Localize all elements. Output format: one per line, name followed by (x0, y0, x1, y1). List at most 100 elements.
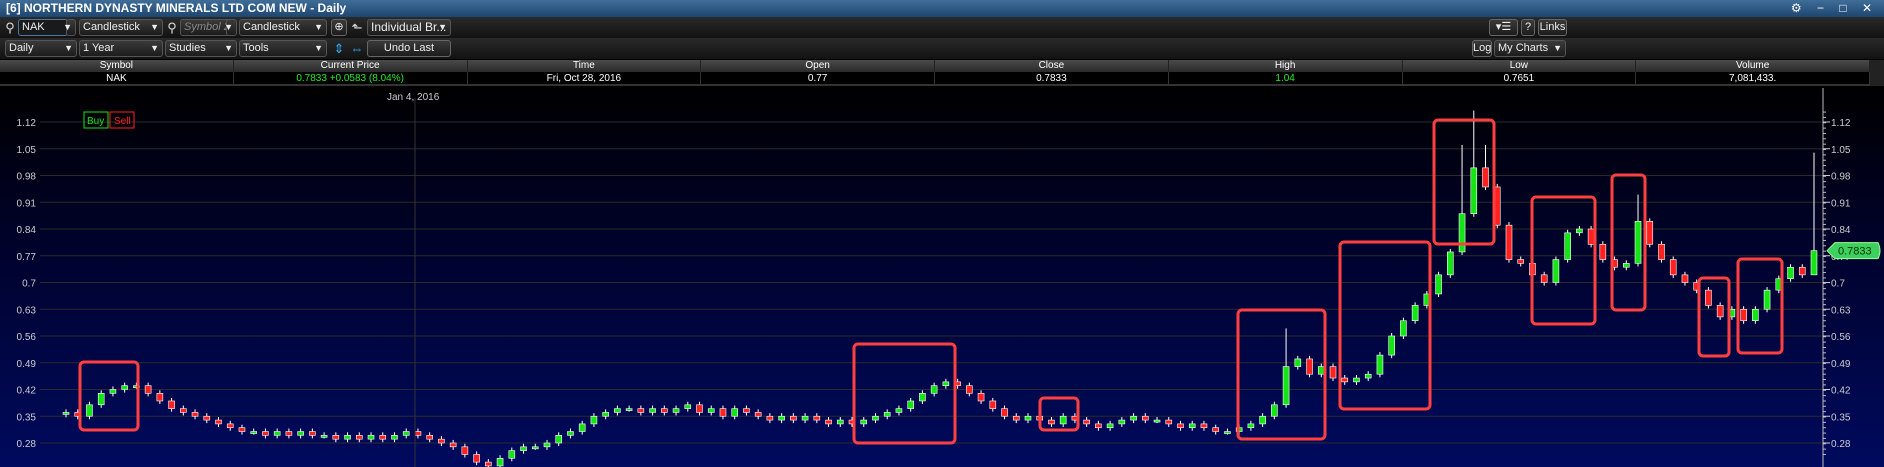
my-charts-value: My Charts (1498, 42, 1549, 54)
y-axis-left-tick-label: 0.91 (17, 198, 37, 209)
candle-down (637, 408, 645, 413)
y-axis-left-tick-label: 1.05 (17, 145, 37, 156)
y-axis-tick-label: 0.98 (1831, 172, 1851, 183)
candle-up (1411, 305, 1419, 322)
symbol2-dropdown-button[interactable]: ▼ (224, 19, 237, 36)
menu-button[interactable]: ▾☰ (1489, 19, 1518, 36)
candle-down (1329, 366, 1337, 379)
candle-down (696, 404, 703, 413)
candle-down (1505, 224, 1513, 260)
chart-type2-value: Candlestick (243, 21, 300, 33)
candle-down (743, 408, 750, 413)
candle-down (1177, 423, 1184, 429)
highlight-box (1697, 276, 1731, 358)
candle-up (872, 415, 879, 421)
candle-up (1317, 366, 1325, 375)
range-select[interactable]: 1 Year ▼ (79, 40, 163, 57)
candle-down (1669, 259, 1677, 276)
candle-down (719, 408, 727, 417)
candle-down (262, 431, 269, 436)
candle-up (1153, 419, 1161, 423)
studies-select[interactable]: Studies ▼ (165, 40, 237, 57)
candle-down (168, 400, 175, 409)
sell-button[interactable]: Sell (114, 116, 131, 127)
candle-up (344, 435, 351, 440)
volume-value: 7,081,433. (1636, 72, 1870, 84)
high-value: 1.04 (1169, 72, 1403, 84)
candle-up (625, 408, 633, 411)
candle-up (801, 415, 809, 421)
chart-svg: 1.12 1.12 1.05 1.05 0.98 0.98 0.91 0.91 0.84 0.84… (17, 88, 1881, 467)
undo-last-button[interactable]: Undo Last (367, 40, 451, 57)
candle-down (438, 438, 445, 444)
y-axis-left-tick-label: 0.49 (17, 359, 37, 370)
chart-type-select[interactable]: Candlestick ▼ (79, 19, 163, 36)
candle-down (1658, 243, 1665, 260)
current-price-tag: 0.7833 (1826, 242, 1881, 260)
symbol-input[interactable]: NAK (18, 19, 68, 36)
candle-down (813, 415, 821, 421)
highlight-box (852, 342, 957, 445)
tools-value: Tools (243, 42, 269, 54)
candle-down (1200, 423, 1208, 429)
y-axis-tick-label: 0.63 (1831, 305, 1851, 316)
search-icon-2: ⚲ (167, 20, 177, 35)
candle-down (1306, 358, 1313, 375)
candle-up (731, 408, 738, 417)
candle-down (1001, 408, 1008, 417)
candle-up (1576, 228, 1583, 234)
fit-vertical-icon[interactable]: ⇕ (331, 40, 347, 57)
candle-down (1012, 415, 1020, 421)
my-charts-select[interactable]: My Charts ▼ (1494, 40, 1566, 57)
candle-down (1341, 377, 1349, 383)
candle-down (226, 423, 234, 429)
layout-select[interactable]: Individual Br... ▼ (367, 19, 451, 36)
col-low: Low (1403, 60, 1637, 72)
help-button[interactable]: ? (1521, 19, 1535, 36)
candle-up (1400, 320, 1407, 337)
fit-horizontal-icon[interactable]: ⇔ (349, 40, 365, 57)
zoom-in-button[interactable]: ⊕ (331, 19, 347, 36)
y-axis-left-tick-label: 0.77 (17, 252, 37, 263)
candle-down (379, 435, 387, 440)
interval-select[interactable]: Daily ▼ (5, 40, 77, 57)
highlight-box (78, 360, 140, 432)
highlight-box (1338, 240, 1432, 411)
log-button[interactable]: Log (1472, 40, 1492, 57)
candle-up (1447, 251, 1454, 276)
candle-down (332, 435, 340, 440)
candle-up (1259, 415, 1266, 425)
window-controls[interactable]: ⚙ − □ ✕ (1791, 0, 1878, 17)
links-button[interactable]: Links (1538, 19, 1567, 36)
y-axis-tick-label: 0.49 (1831, 359, 1851, 370)
col-open: Open (701, 60, 935, 72)
candle-up (320, 435, 328, 438)
add-indicator-icon[interactable]: ⬑ (349, 19, 365, 36)
symbol-dropdown-button[interactable]: ▼ (63, 19, 76, 36)
buy-button[interactable]: Buy (87, 116, 104, 127)
candle-down (966, 385, 973, 394)
toolbar-row-1: ⚲ NAK ▼ Candlestick ▼ ⚲ Symbol 2 ▼ Candle… (0, 17, 1884, 38)
candle-up (836, 419, 844, 425)
range-value: 1 Year (83, 42, 115, 54)
symbol-value: NAK (22, 21, 45, 33)
quote-scrollbar[interactable] (1870, 60, 1884, 86)
candle-down (1599, 243, 1607, 260)
tools-select[interactable]: Tools ▼ (239, 40, 327, 57)
candle-down (309, 431, 316, 436)
candle-down (1646, 221, 1654, 245)
candle-down (661, 408, 668, 413)
candle-up (1470, 167, 1478, 215)
candle-down (238, 427, 246, 432)
candle-down (414, 431, 422, 436)
date-marker-label: Jan 4, 2016 (387, 92, 440, 103)
y-axis-left-tick-label: 0.35 (17, 412, 37, 423)
candle-down (285, 431, 293, 436)
chart-type-value: Candlestick (83, 21, 140, 33)
chart-type2-select[interactable]: Candlestick ▼ (239, 19, 327, 36)
price-chart[interactable]: 1.12 1.12 1.05 1.05 0.98 0.98 0.91 0.91 0.84 0.84… (0, 88, 1884, 467)
candle-up (860, 419, 868, 425)
candle-down (977, 393, 985, 402)
candle-up (250, 431, 258, 434)
candle-down (1587, 228, 1595, 245)
